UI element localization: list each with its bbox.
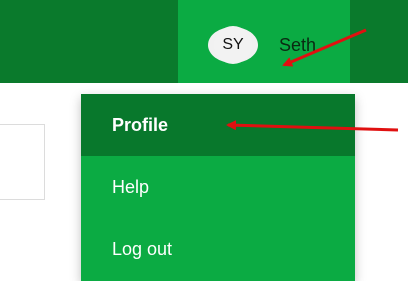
username-label[interactable]: Seth	[279, 35, 316, 56]
menu-item-log-out[interactable]: Log out	[81, 218, 355, 280]
menu-item-profile[interactable]: Profile	[81, 94, 355, 156]
avatar[interactable]: SY	[208, 26, 258, 64]
page-content-card	[0, 124, 45, 200]
avatar-initials: SY	[214, 26, 252, 64]
user-dropdown-menu: Profile Help Log out	[81, 94, 355, 281]
top-app-bar-right	[350, 0, 408, 83]
menu-item-help[interactable]: Help	[81, 156, 355, 218]
user-menu-trigger[interactable]	[178, 0, 350, 83]
